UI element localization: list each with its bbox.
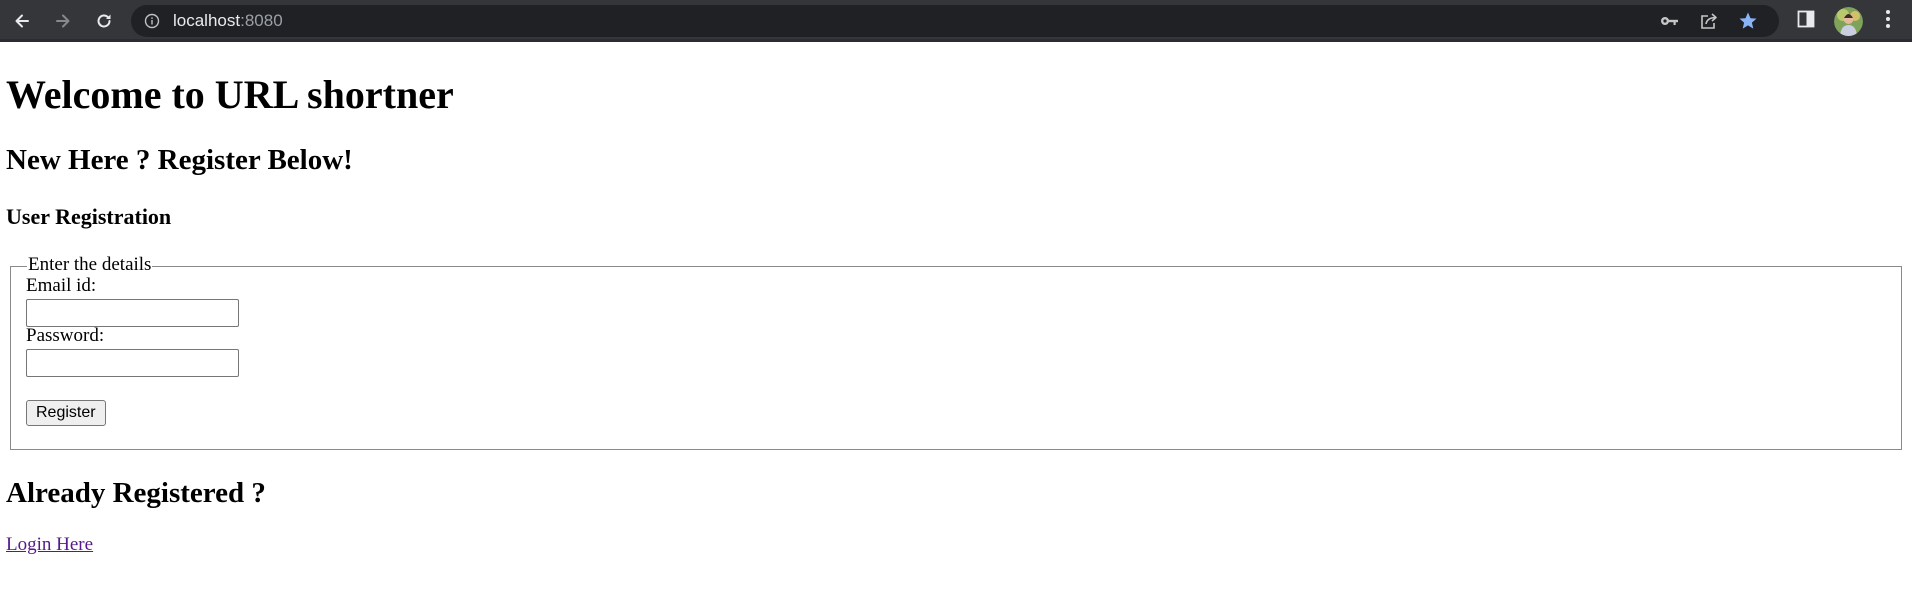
login-heading: Already Registered ? [6,477,266,509]
forward-arrow-icon [53,11,73,31]
side-panel-icon [1797,10,1815,33]
page-content: Welcome to URL shortner New Here ? Regis… [0,44,1912,603]
kebab-menu-icon [1885,9,1891,34]
url-port: :8080 [240,11,283,30]
url-text[interactable]: localhost:8080 [173,11,283,31]
key-icon[interactable] [1659,11,1681,31]
fieldset-legend: Enter the details [27,253,153,277]
password-field[interactable] [26,349,239,377]
login-link[interactable]: Login Here [6,534,93,556]
back-arrow-icon [12,11,32,31]
avatar[interactable] [1834,7,1863,36]
forward-button[interactable] [48,6,78,36]
registration-subheading: User Registration [6,204,172,229]
back-button[interactable] [7,6,37,36]
reload-icon [94,11,114,31]
email-label: Email id: [26,275,97,296]
register-heading: New Here ? Register Below! [6,144,353,176]
page-title: Welcome to URL shortner [6,72,454,117]
email-field[interactable] [26,299,239,327]
browser-toolbar: localhost:8080 [0,0,1912,42]
address-bar[interactable]: localhost:8080 [131,5,1779,37]
url-host: localhost [173,11,241,30]
reload-button[interactable] [89,6,119,36]
side-panel-button[interactable] [1796,10,1816,33]
star-icon[interactable] [1737,11,1759,31]
register-button[interactable]: Register [26,400,106,426]
info-icon[interactable] [144,13,160,29]
share-icon[interactable] [1698,11,1720,31]
password-label: Password: [26,325,105,346]
registration-fieldset: Enter the details Email id: Password: Re… [10,253,1902,450]
menu-button[interactable] [1878,9,1898,33]
